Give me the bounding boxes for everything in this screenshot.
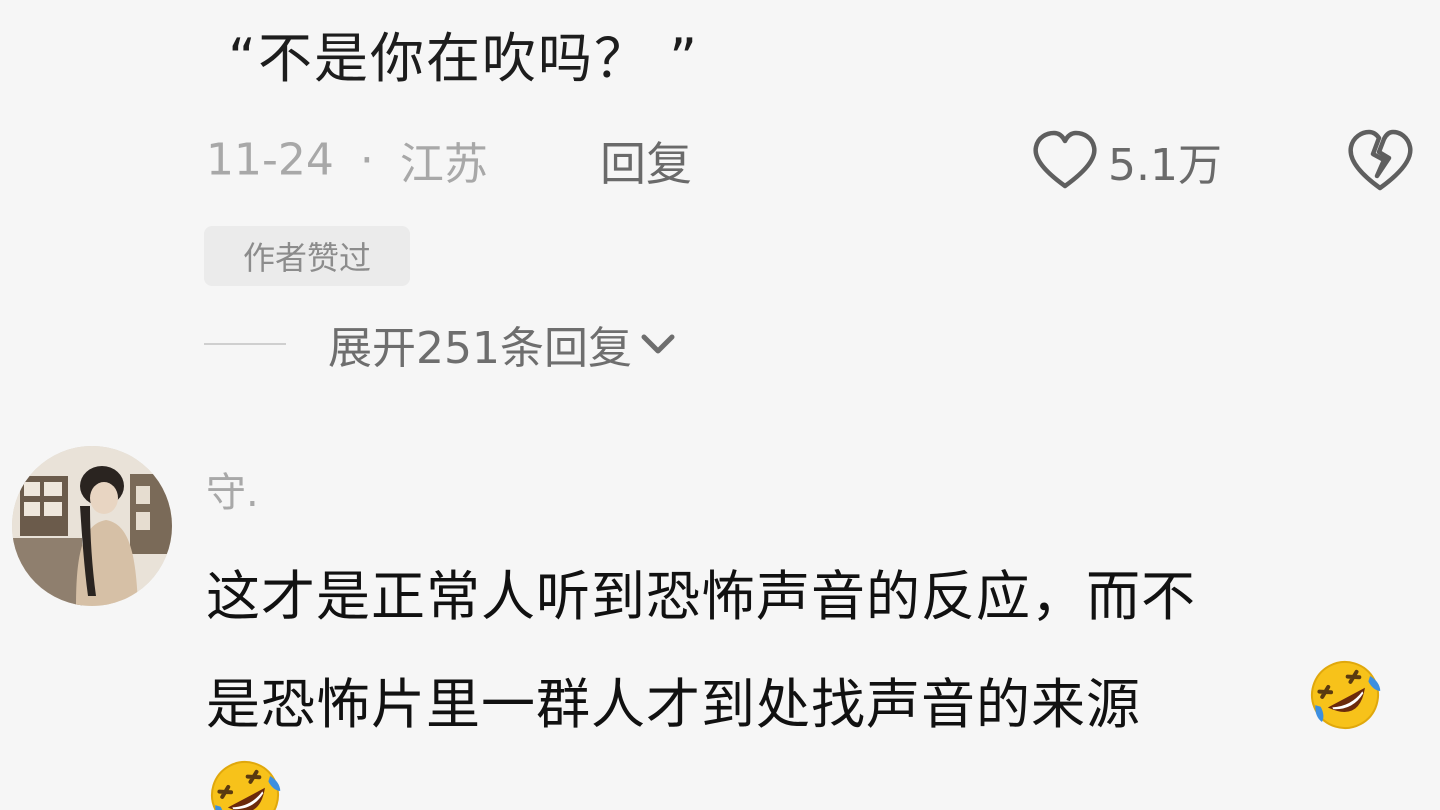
comment-location: 江苏 <box>399 139 488 190</box>
heart-icon <box>1033 130 1097 189</box>
like-button[interactable]: 5.1万 <box>1030 128 1222 194</box>
expand-replies-button[interactable]: 展开251条回复 <box>204 312 680 376</box>
rofl-emoji-icon <box>206 756 284 810</box>
broken-heart-icon <box>1348 129 1413 191</box>
dislike-button[interactable] <box>1344 126 1416 196</box>
comment-screen: “不是你在吹吗？ ” 11-24 · 江苏 回复 5.1万 作者赞过 展开251… <box>0 0 1440 810</box>
divider-line <box>204 343 286 345</box>
avatar[interactable] <box>12 446 172 606</box>
author-liked-badge: 作者赞过 <box>204 226 410 286</box>
like-count: 5.1万 <box>1108 140 1222 191</box>
chevron-down-icon <box>641 334 675 354</box>
comment-text-line-2: 是恐怖片里一群人才到处找声音的来源 <box>206 673 1141 736</box>
meta-separator: · <box>359 134 374 186</box>
comment-meta: 11-24 · 江苏 <box>206 128 488 192</box>
comment-username[interactable]: 守. <box>206 460 259 518</box>
comment-text-line-1: 这才是正常人听到恐怖声音的反应，而不 <box>206 565 1196 628</box>
top-comment-text: “不是你在吹吗？ ” <box>228 27 700 90</box>
expand-replies-label: 展开251条回复 <box>328 323 632 374</box>
rofl-emoji-icon <box>1306 656 1384 734</box>
reply-button[interactable]: 回复 <box>600 128 692 194</box>
comment-date: 11-24 <box>206 134 334 186</box>
